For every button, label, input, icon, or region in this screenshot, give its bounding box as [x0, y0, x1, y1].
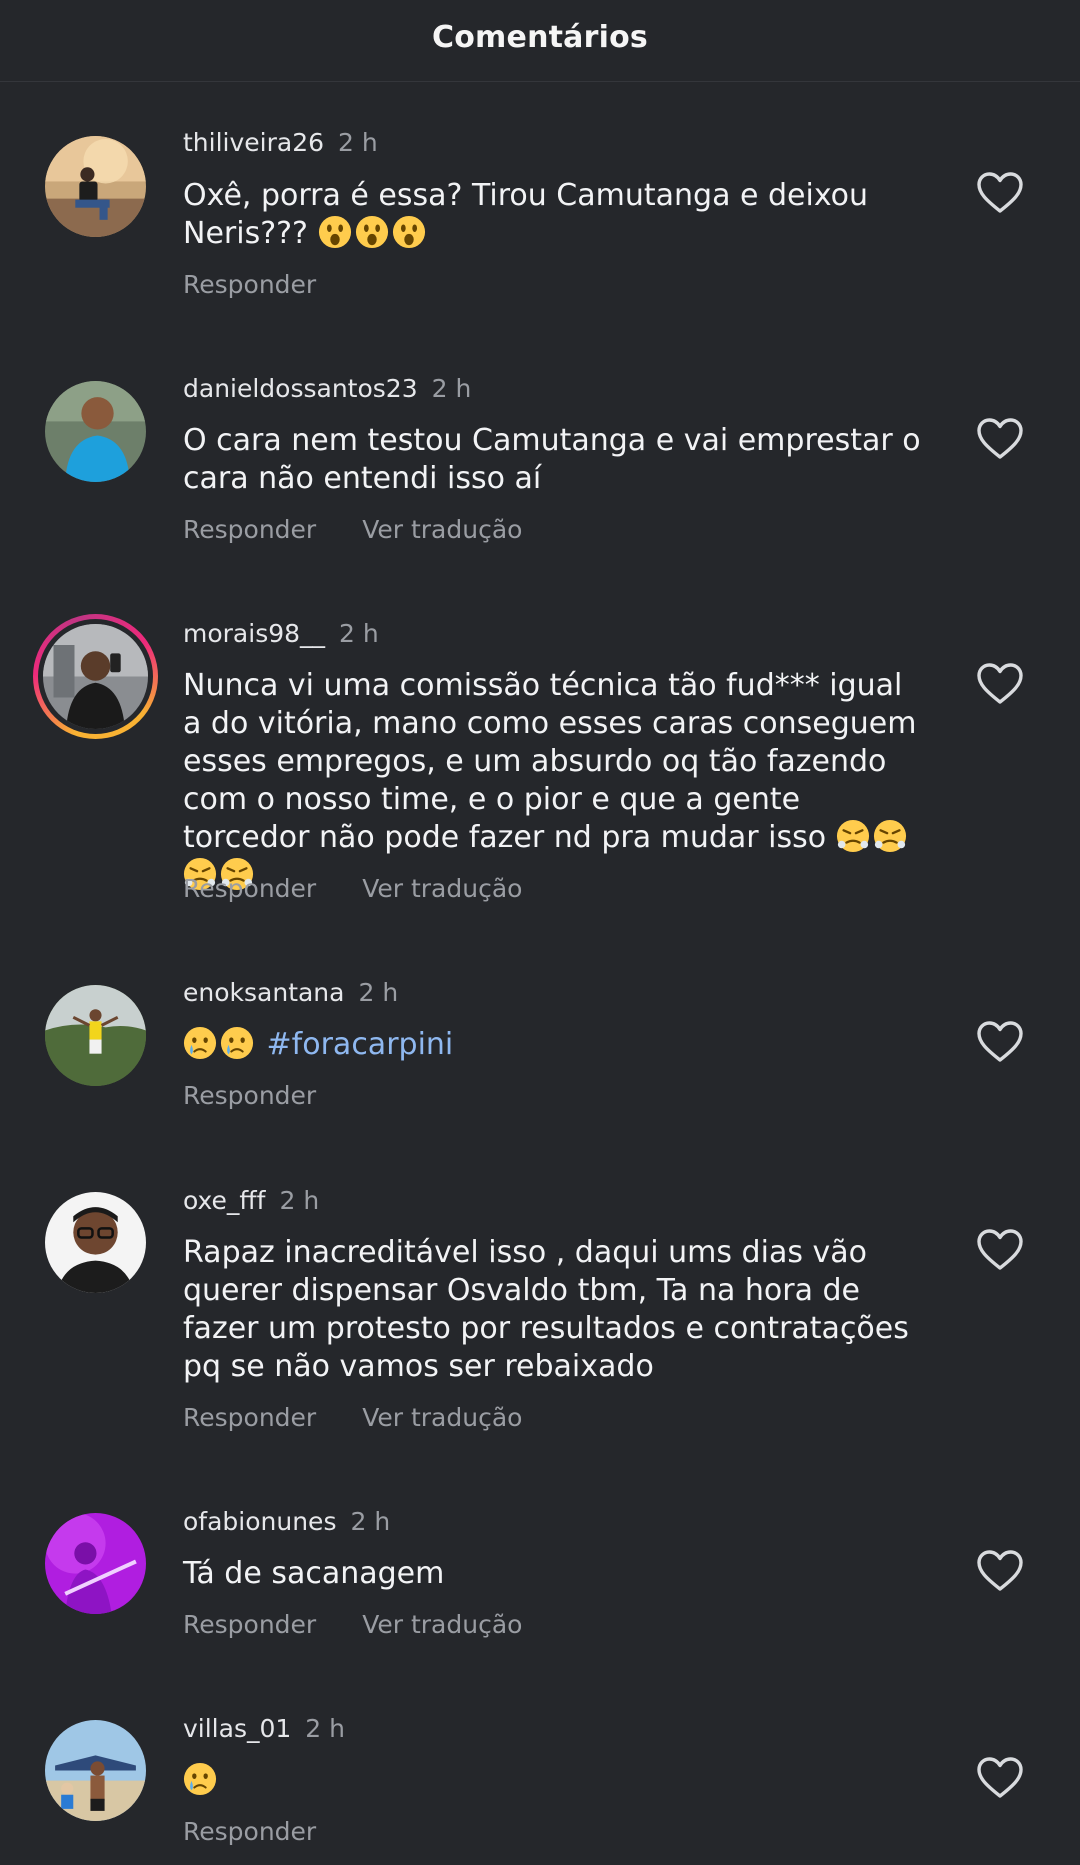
see-translation-button[interactable]: Ver tradução — [362, 1610, 522, 1639]
heart-outline-icon — [977, 663, 1023, 704]
comment-text: Rapaz inacreditável isso , daqui ums dia… — [183, 1235, 909, 1384]
comment-actions: Responder Ver tradução — [183, 515, 522, 544]
avatar-story-ring[interactable] — [33, 614, 158, 739]
timestamp: 2 h — [358, 978, 399, 1007]
timestamp: 2 h — [338, 128, 378, 157]
comment-text: Tá de sacanagem — [183, 1556, 445, 1591]
like-button[interactable] — [976, 417, 1024, 461]
page-title: Comentários — [432, 20, 648, 55]
timestamp: 2 h — [305, 1714, 345, 1743]
reply-button[interactable]: Responder — [183, 270, 316, 299]
reply-button[interactable]: Responder — [183, 874, 316, 903]
see-translation-button[interactable]: Ver tradução — [362, 874, 522, 903]
comment-meta: danieldossantos23 2 h — [183, 374, 471, 403]
timestamp: 2 h — [431, 374, 472, 403]
comment-actions: Responder — [183, 1817, 316, 1846]
reply-button[interactable]: Responder — [183, 1610, 316, 1639]
avatar[interactable] — [45, 381, 146, 482]
username[interactable]: thiliveira26 — [183, 128, 324, 157]
comment-meta: thiliveira26 2 h — [183, 128, 378, 157]
avatar[interactable] — [45, 1513, 146, 1614]
heart-outline-icon — [977, 418, 1023, 459]
comment-meta: oxe_fff 2 h — [183, 1186, 319, 1215]
surprised-face-emoji-icon — [355, 215, 389, 249]
see-translation-button[interactable]: Ver tradução — [362, 1403, 522, 1432]
heart-outline-icon — [977, 1550, 1023, 1591]
comment-actions: Responder — [183, 1081, 316, 1110]
username[interactable]: enoksantana — [183, 978, 344, 1007]
avatar[interactable] — [45, 985, 146, 1086]
surprised-face-emoji-icon — [392, 215, 426, 249]
triumph-face-emoji-icon — [873, 819, 907, 853]
avatar[interactable] — [45, 1192, 146, 1293]
heart-outline-icon — [977, 172, 1023, 213]
comment-meta: morais98__ 2 h — [183, 619, 379, 648]
like-button[interactable] — [976, 662, 1024, 706]
comment-text — [183, 1762, 928, 1800]
like-button[interactable] — [976, 1228, 1024, 1272]
like-button[interactable] — [976, 1756, 1024, 1800]
like-button[interactable] — [976, 171, 1024, 215]
surprised-face-emoji-icon — [318, 215, 352, 249]
timestamp: 2 h — [339, 619, 379, 648]
comment-actions: Responder — [183, 270, 316, 299]
comment-text: #foracarpini — [183, 1026, 928, 1064]
comment-meta: enoksantana 2 h — [183, 978, 398, 1007]
comment-meta: villas_01 2 h — [183, 1714, 345, 1743]
crying-face-emoji-icon — [183, 1762, 217, 1796]
comment-text: O cara nem testou Camutanga e vai empres… — [183, 423, 921, 496]
crying-face-emoji-icon — [183, 1026, 217, 1060]
avatar — [43, 624, 148, 729]
timestamp: 2 h — [279, 1186, 320, 1215]
heart-outline-icon — [977, 1229, 1023, 1270]
reply-button[interactable]: Responder — [183, 1081, 316, 1110]
avatar[interactable] — [45, 1720, 146, 1821]
reply-button[interactable]: Responder — [183, 1817, 316, 1846]
comments-header: Comentários — [0, 0, 1080, 82]
comment-actions: Responder Ver tradução — [183, 1610, 522, 1639]
see-translation-button[interactable]: Ver tradução — [362, 515, 522, 544]
username[interactable]: ofabionunes — [183, 1507, 336, 1536]
hashtag-link[interactable]: #foracarpini — [267, 1027, 454, 1062]
comment-text: Oxê, porra é essa? Tirou Camutanga e dei… — [183, 178, 869, 251]
comment-actions: Responder Ver tradução — [183, 1403, 522, 1432]
username[interactable]: oxe_fff — [183, 1186, 265, 1215]
crying-face-emoji-icon — [220, 1026, 254, 1060]
username[interactable]: morais98__ — [183, 619, 325, 648]
username[interactable]: danieldossantos23 — [183, 374, 418, 403]
comment-text: Nunca vi uma comissão técnica tão fud***… — [183, 667, 928, 895]
comment-actions: Responder Ver tradução — [183, 874, 522, 903]
comment-meta: ofabionunes 2 h — [183, 1507, 390, 1536]
reply-button[interactable]: Responder — [183, 1403, 316, 1432]
like-button[interactable] — [976, 1020, 1024, 1064]
triumph-face-emoji-icon — [836, 819, 870, 853]
avatar[interactable] — [45, 136, 146, 237]
timestamp: 2 h — [350, 1507, 391, 1536]
heart-outline-icon — [977, 1021, 1023, 1062]
like-button[interactable] — [976, 1549, 1024, 1593]
heart-outline-icon — [977, 1757, 1023, 1798]
reply-button[interactable]: Responder — [183, 515, 316, 544]
username[interactable]: villas_01 — [183, 1714, 291, 1743]
